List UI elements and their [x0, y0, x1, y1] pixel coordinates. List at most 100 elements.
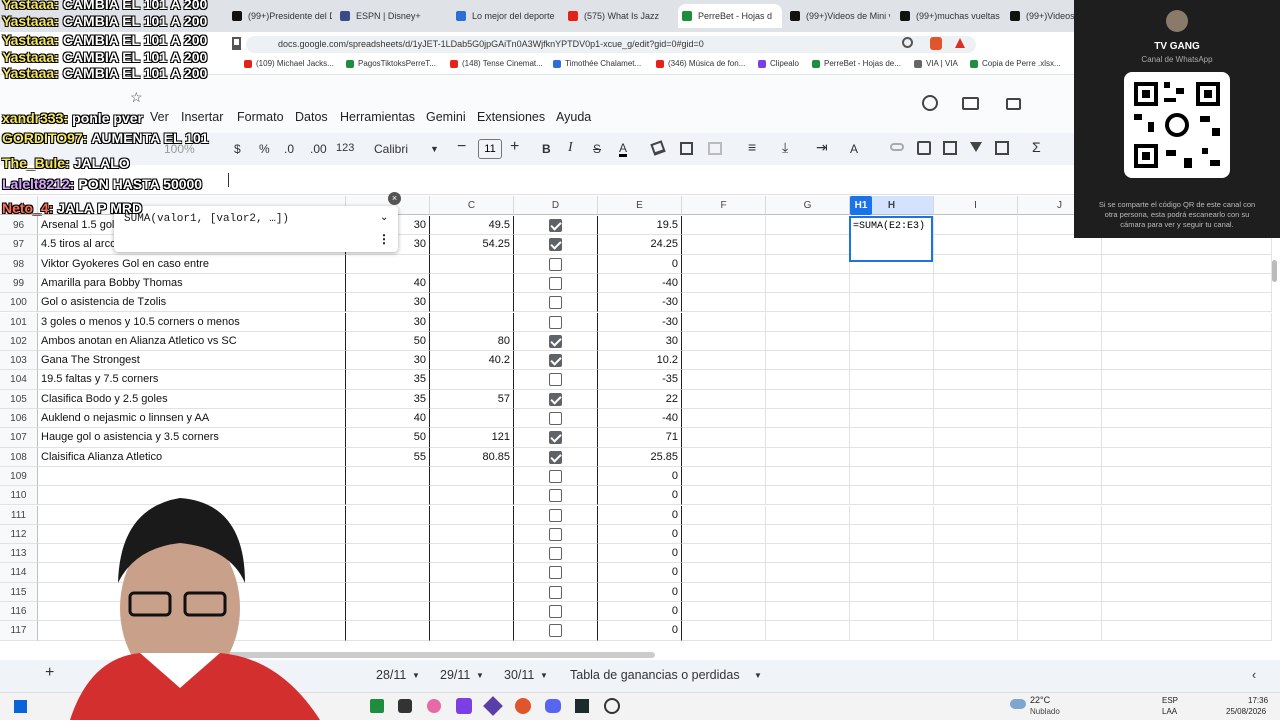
empty-cell[interactable]: [1018, 486, 1102, 506]
app-icon[interactable]: [604, 698, 620, 714]
empty-cell[interactable]: [850, 370, 934, 390]
empty-cell[interactable]: [682, 331, 766, 352]
empty-cell[interactable]: [934, 351, 1018, 371]
empty-cell[interactable]: [850, 466, 934, 487]
empty-cell[interactable]: [766, 351, 850, 371]
empty-cell[interactable]: [850, 602, 934, 622]
menu-formato[interactable]: Formato: [237, 110, 284, 124]
clock-date[interactable]: 25/08/2026: [1226, 707, 1266, 716]
payout-cell[interactable]: [430, 582, 514, 602]
empty-cell[interactable]: [1102, 389, 1272, 409]
stake-cell[interactable]: 30: [346, 351, 430, 371]
stake-cell[interactable]: 30: [346, 293, 430, 313]
empty-cell[interactable]: [1018, 273, 1102, 294]
weather-temp[interactable]: 22°C: [1030, 695, 1050, 705]
profit-cell[interactable]: -30: [598, 293, 682, 313]
empty-cell[interactable]: [1018, 235, 1102, 255]
bet-description-cell[interactable]: Amarilla para Bobby Thomas: [38, 273, 346, 294]
empty-cell[interactable]: [766, 273, 850, 294]
percent-format-button[interactable]: %: [259, 142, 270, 156]
bet-description-cell[interactable]: 19.5 faltas y 7.5 corners: [38, 370, 346, 390]
empty-cell[interactable]: [682, 447, 766, 467]
borders-icon[interactable]: [680, 142, 693, 155]
profit-cell[interactable]: 0: [598, 254, 682, 274]
stake-cell[interactable]: 50: [346, 428, 430, 448]
checkbox-unchecked[interactable]: [549, 605, 562, 618]
empty-cell[interactable]: [850, 409, 934, 429]
empty-cell[interactable]: [682, 254, 766, 274]
empty-cell[interactable]: [1102, 621, 1272, 641]
empty-cell[interactable]: [1018, 505, 1102, 525]
empty-cell[interactable]: [682, 486, 766, 506]
functions-icon[interactable]: Σ: [1032, 139, 1041, 155]
empty-cell[interactable]: [934, 273, 1018, 294]
empty-cell[interactable]: [934, 524, 1018, 545]
menu-gemini[interactable]: Gemini: [426, 110, 466, 124]
empty-cell[interactable]: [934, 563, 1018, 583]
brave-shield-icon[interactable]: [930, 37, 942, 50]
bet-description-cell[interactable]: Ambos anotan en Alianza Atletico vs SC: [38, 331, 346, 352]
profit-cell[interactable]: 10.2: [598, 351, 682, 371]
empty-cell[interactable]: [1102, 563, 1272, 583]
profit-cell[interactable]: 0: [598, 563, 682, 583]
menu-herramientas[interactable]: Herramientas: [340, 110, 415, 124]
empty-cell[interactable]: [850, 331, 934, 352]
empty-cell[interactable]: [1018, 447, 1102, 467]
payout-cell[interactable]: 40.2: [430, 351, 514, 371]
stake-cell[interactable]: 30: [346, 312, 430, 332]
payout-cell[interactable]: [430, 409, 514, 429]
payout-cell[interactable]: [430, 524, 514, 545]
empty-cell[interactable]: [1102, 331, 1272, 352]
text-color-icon[interactable]: A: [619, 142, 628, 157]
empty-cell[interactable]: [850, 447, 934, 467]
empty-cell[interactable]: [850, 582, 934, 602]
browser-tab[interactable]: Lo mejor del deporte: [452, 4, 556, 28]
payout-cell[interactable]: 80.85: [430, 447, 514, 467]
empty-cell[interactable]: [1018, 312, 1102, 332]
row-header[interactable]: 103: [0, 351, 38, 371]
checkbox-checked[interactable]: [549, 334, 562, 348]
payout-cell[interactable]: [430, 544, 514, 564]
empty-cell[interactable]: [934, 602, 1018, 622]
vertical-align-icon[interactable]: ⤓: [782, 139, 788, 156]
payout-cell[interactable]: [430, 505, 514, 525]
checkbox-checked[interactable]: [549, 392, 562, 406]
checkbox-unchecked[interactable]: [549, 373, 562, 387]
empty-cell[interactable]: [766, 370, 850, 390]
empty-cell[interactable]: [1102, 466, 1272, 487]
row-header[interactable]: 98: [0, 254, 38, 274]
empty-cell[interactable]: [1018, 351, 1102, 371]
checkbox-checked[interactable]: [549, 431, 562, 445]
bookmark-item[interactable]: Copia de Perre .xlsx...: [970, 59, 1061, 68]
menu-datos[interactable]: Datos: [295, 110, 328, 124]
profit-cell[interactable]: 0: [598, 505, 682, 525]
empty-cell[interactable]: [850, 273, 934, 294]
browser-tab[interactable]: (575) What Is Jazz: [564, 4, 668, 28]
empty-cell[interactable]: [766, 505, 850, 525]
empty-cell[interactable]: [1102, 505, 1272, 525]
empty-cell[interactable]: [1018, 466, 1102, 487]
text-rotation-icon[interactable]: A: [850, 142, 858, 156]
sheet-tab-30-11[interactable]: 30/11: [504, 668, 534, 682]
payout-cell[interactable]: [430, 254, 514, 274]
empty-cell[interactable]: [1102, 293, 1272, 313]
discord-icon[interactable]: [545, 699, 561, 713]
merge-cells-icon[interactable]: [708, 142, 722, 155]
italic-icon[interactable]: I: [568, 140, 573, 156]
profit-cell[interactable]: 24.25: [598, 235, 682, 255]
empty-cell[interactable]: [682, 524, 766, 545]
empty-cell[interactable]: [934, 389, 1018, 409]
empty-cell[interactable]: [682, 293, 766, 313]
empty-cell[interactable]: [682, 235, 766, 255]
empty-cell[interactable]: [1102, 582, 1272, 602]
checkbox-unchecked[interactable]: [549, 257, 562, 271]
checkbox-unchecked[interactable]: [549, 566, 562, 580]
layout-indicator[interactable]: LAA: [1162, 707, 1177, 716]
stake-cell[interactable]: 50: [346, 331, 430, 352]
empty-cell[interactable]: [1102, 524, 1272, 545]
profit-cell[interactable]: -35: [598, 370, 682, 390]
payout-cell[interactable]: 80: [430, 331, 514, 352]
checkbox-unchecked[interactable]: [549, 276, 562, 290]
empty-cell[interactable]: [766, 216, 850, 236]
bookmark-item[interactable]: (346) Música de fon...: [656, 59, 745, 68]
